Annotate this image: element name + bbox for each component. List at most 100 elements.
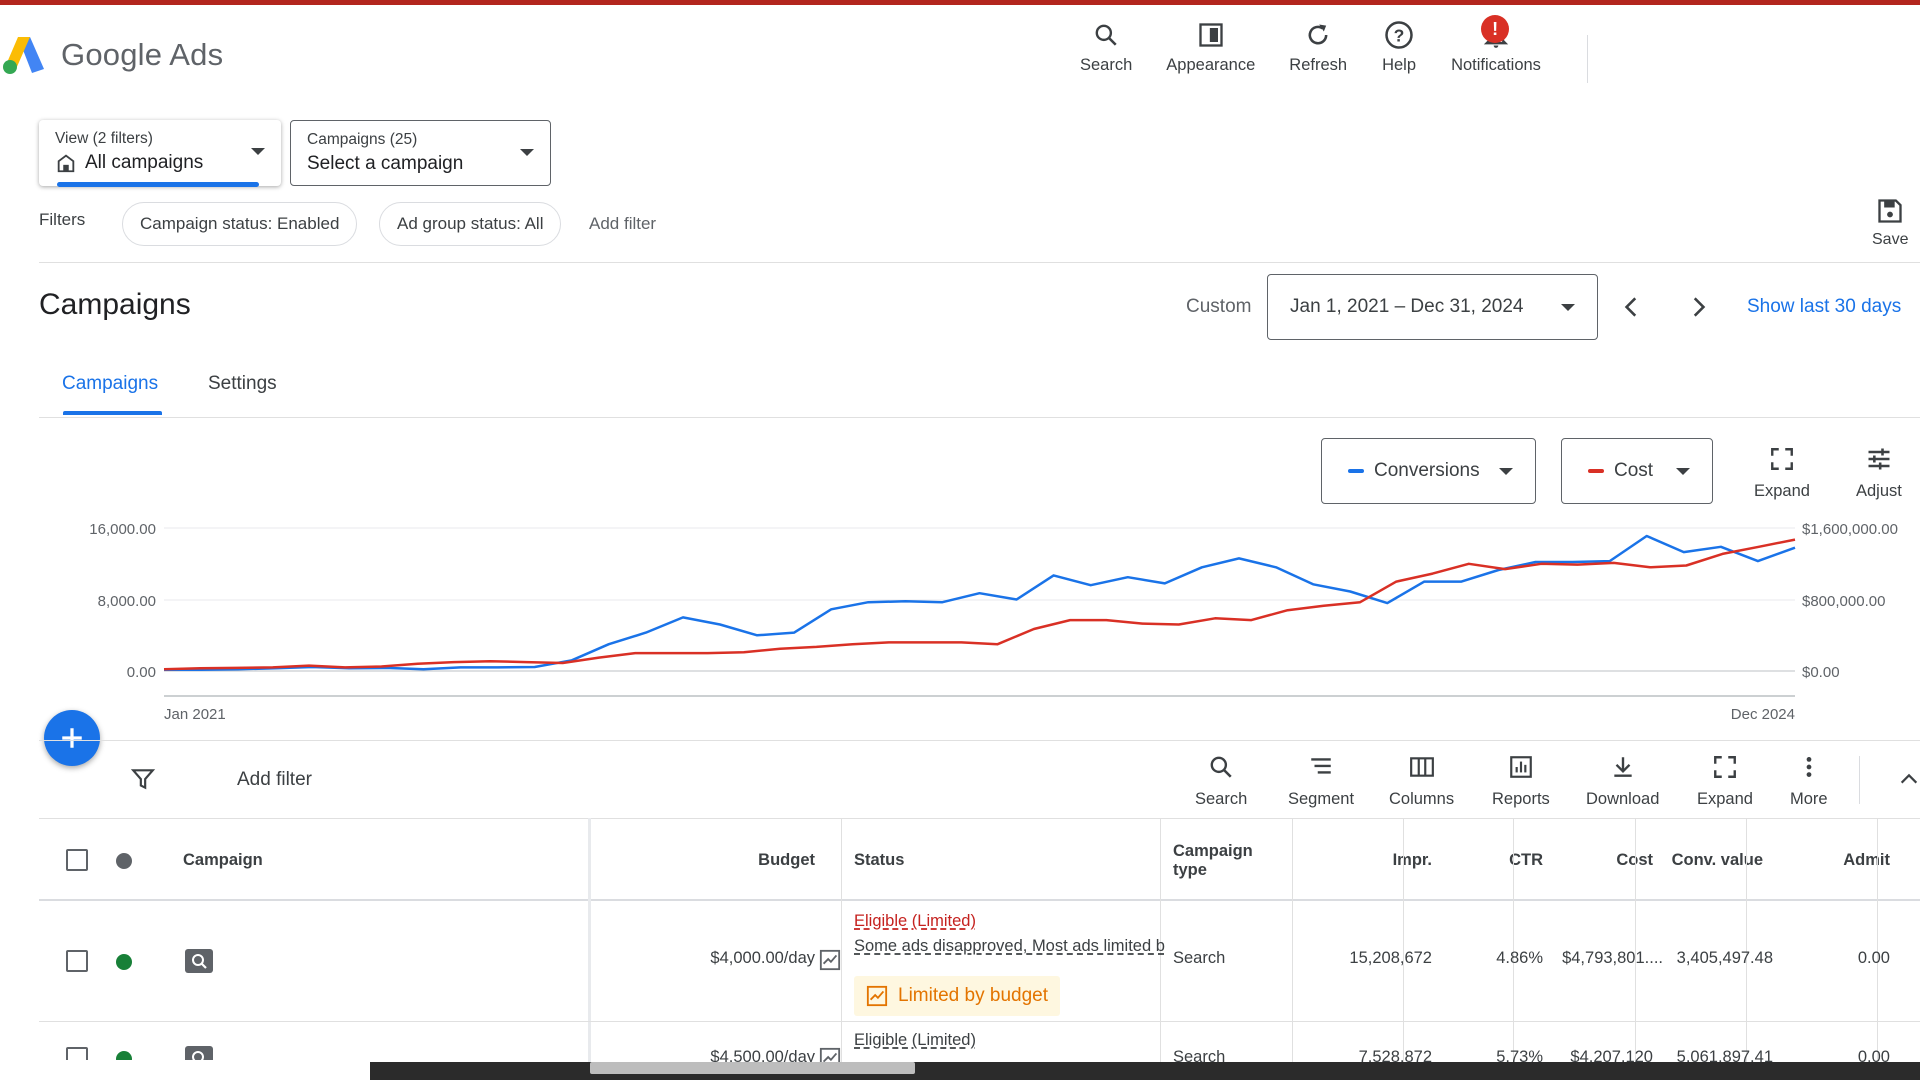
table-search-label: Search bbox=[1195, 790, 1248, 808]
status-eligible-limited[interactable]: Eligible (Limited) bbox=[854, 912, 976, 931]
impr-cell: 15,208,672 bbox=[1349, 949, 1432, 967]
budget-value[interactable]: $4,500.00/day bbox=[599, 1048, 815, 1062]
campaign-type-cell: Search bbox=[1173, 949, 1226, 967]
status-detail[interactable]: Some ads disapproved, Most ads limited b bbox=[854, 937, 1199, 956]
view-selector-value-row: All campaigns bbox=[55, 152, 265, 174]
segment-button[interactable]: Segment bbox=[1288, 750, 1354, 809]
columns-button[interactable]: Columns bbox=[1389, 750, 1454, 809]
status-eligible-limited[interactable]: Eligible (Limited) bbox=[854, 1031, 976, 1050]
columns-label: Columns bbox=[1389, 790, 1455, 808]
chevron-down-icon bbox=[1561, 304, 1575, 311]
col-budget[interactable]: Budget bbox=[599, 819, 815, 902]
select-all-checkbox[interactable] bbox=[66, 849, 88, 871]
tab-campaigns[interactable]: Campaigns bbox=[62, 373, 158, 395]
segment-icon bbox=[1304, 750, 1338, 784]
table-expand-label: Expand bbox=[1697, 790, 1753, 808]
filter-icon[interactable] bbox=[130, 766, 156, 792]
scrollbar-thumb[interactable] bbox=[590, 1062, 915, 1074]
chevron-down-icon bbox=[520, 149, 534, 156]
right-tick-0: $1,600,000.00 bbox=[1802, 521, 1898, 538]
refresh-icon bbox=[1300, 17, 1336, 53]
col-campaign[interactable]: Campaign bbox=[183, 819, 263, 902]
limited-by-budget-badge[interactable]: Limited by budget bbox=[854, 976, 1060, 1016]
table-search-button[interactable]: Search bbox=[1195, 750, 1247, 809]
reports-icon bbox=[1504, 750, 1538, 784]
page-title: Campaigns bbox=[39, 288, 191, 321]
top-actions: Search Appearance Refresh ? Help ! Notif… bbox=[1080, 15, 1575, 75]
previous-period-icon[interactable] bbox=[1619, 294, 1645, 320]
budget-trend-icon[interactable] bbox=[819, 949, 841, 971]
x-end-label: Dec 2024 bbox=[1731, 706, 1795, 723]
chevron-down-icon bbox=[1676, 468, 1690, 475]
add-filter-link[interactable]: Add filter bbox=[589, 214, 656, 234]
filter-chip-ad-group-status[interactable]: Ad group status: All bbox=[379, 202, 562, 246]
help-button[interactable]: ? Help bbox=[1381, 17, 1417, 75]
limited-by-budget-label: Limited by budget bbox=[898, 985, 1048, 1006]
col-status[interactable]: Status bbox=[854, 819, 904, 902]
col-admit[interactable]: Admit bbox=[1779, 819, 1890, 902]
show-last-30-days-link[interactable]: Show last 30 days bbox=[1747, 296, 1901, 318]
right-tick-2: $0.00 bbox=[1802, 664, 1840, 681]
notifications-button[interactable]: ! Notifications bbox=[1451, 15, 1541, 75]
budget-cell[interactable]: $4,000.00/day bbox=[599, 949, 815, 968]
col-impr[interactable]: Impr. bbox=[1299, 819, 1432, 902]
notifications-label: Notifications bbox=[1451, 56, 1541, 74]
search-label: Search bbox=[1080, 56, 1133, 74]
date-range-type: Custom bbox=[1186, 296, 1252, 317]
home-icon bbox=[57, 154, 75, 173]
reports-button[interactable]: Reports bbox=[1492, 750, 1550, 809]
series-line-cost bbox=[163, 538, 1796, 671]
header-divider bbox=[1587, 35, 1588, 83]
view-selector-caption: View (2 filters) bbox=[55, 130, 153, 147]
expand-icon bbox=[1765, 442, 1799, 476]
columns-icon bbox=[1405, 750, 1439, 784]
left-tick-1: 8,000.00 bbox=[98, 593, 156, 610]
conv-value-cell: 5,061,897.41 bbox=[1676, 1048, 1773, 1062]
cost-legend-swatch bbox=[1588, 469, 1604, 473]
filter-chip-campaign-status[interactable]: Campaign status: Enabled bbox=[122, 202, 358, 246]
ctr-cell: 5.73% bbox=[1496, 1048, 1543, 1062]
download-button[interactable]: Download bbox=[1586, 750, 1659, 809]
chart-expand-label: Expand bbox=[1754, 482, 1810, 500]
col-campaign-type[interactable]: Campaign type bbox=[1173, 819, 1263, 902]
search-icon bbox=[1204, 750, 1238, 784]
metric-selector-cost[interactable]: Cost bbox=[1561, 438, 1713, 504]
campaign-selector[interactable]: Campaigns (25) Select a campaign bbox=[290, 120, 551, 186]
table-expand-button[interactable]: Expand bbox=[1697, 750, 1753, 809]
chart-expand-button[interactable]: Expand bbox=[1754, 442, 1810, 501]
conversions-legend-swatch bbox=[1348, 469, 1364, 473]
table-header: Campaign Budget Status Campaign type Imp… bbox=[39, 818, 1920, 901]
save-label: Save bbox=[1872, 231, 1909, 248]
table-row[interactable]: $4,000.00/day Eligible (Limited) Some ad… bbox=[39, 901, 1920, 1022]
performance-chart: 16,000.00 8,000.00 0.00 $1,600,000.00 $8… bbox=[89, 521, 1898, 723]
next-period-icon[interactable] bbox=[1685, 294, 1711, 320]
appearance-button[interactable]: Appearance bbox=[1166, 17, 1255, 75]
refresh-button[interactable]: Refresh bbox=[1289, 17, 1347, 75]
download-label: Download bbox=[1586, 790, 1660, 808]
chart-trend-icon bbox=[866, 985, 888, 1007]
chart-adjust-button[interactable]: Adjust bbox=[1856, 442, 1902, 501]
metric-selector-conversions[interactable]: Conversions bbox=[1321, 438, 1536, 504]
appearance-icon bbox=[1193, 17, 1229, 53]
admit-cell: 0.00 bbox=[1857, 949, 1890, 967]
budget-trend-icon[interactable] bbox=[819, 1047, 841, 1062]
table-add-filter[interactable]: Add filter bbox=[237, 769, 312, 791]
more-button[interactable]: More bbox=[1790, 750, 1828, 809]
left-tick-2: 0.00 bbox=[127, 664, 156, 681]
view-selector[interactable]: View (2 filters) All campaigns bbox=[39, 120, 281, 187]
table-row[interactable]: $4,500.00/day Eligible (Limited) Search … bbox=[39, 1022, 1920, 1062]
collapse-chevron-up-icon[interactable] bbox=[1898, 768, 1920, 790]
row-checkbox[interactable] bbox=[66, 950, 88, 972]
save-button[interactable]: Save bbox=[1872, 197, 1908, 249]
col-ctr[interactable]: CTR bbox=[1419, 819, 1543, 902]
svg-text:?: ? bbox=[1394, 25, 1405, 45]
view-selector-value: All campaigns bbox=[85, 152, 204, 173]
search-button[interactable]: Search bbox=[1080, 17, 1132, 75]
date-range-picker[interactable]: Jan 1, 2021 – Dec 31, 2024 bbox=[1267, 274, 1598, 340]
tab-settings[interactable]: Settings bbox=[208, 373, 277, 395]
metric1-label: Conversions bbox=[1374, 460, 1480, 481]
help-label: Help bbox=[1382, 56, 1417, 74]
expand-icon bbox=[1708, 750, 1742, 784]
google-ads-logo[interactable]: Google Ads bbox=[2, 35, 223, 75]
enabled-status-dot[interactable] bbox=[116, 954, 132, 970]
